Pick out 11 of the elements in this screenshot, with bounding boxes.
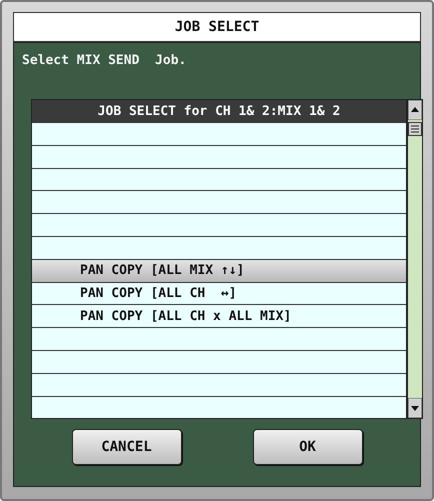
window-title: JOB SELECT bbox=[13, 12, 421, 42]
scroll-up-icon[interactable] bbox=[408, 100, 422, 120]
list-header: JOB SELECT for CH 1& 2:MIX 1& 2 bbox=[32, 100, 406, 122]
ok-button[interactable]: OK bbox=[252, 429, 362, 466]
scroll-thumb[interactable] bbox=[408, 122, 422, 136]
list-item[interactable]: PAN COPY [ALL CH ↔] bbox=[32, 282, 406, 304]
list-item[interactable]: PAN COPY [ALL MIX ↑↓] bbox=[32, 258, 406, 282]
cancel-button[interactable]: CANCEL bbox=[72, 429, 182, 466]
scrollbar[interactable] bbox=[407, 99, 423, 420]
scroll-down-icon[interactable] bbox=[408, 398, 422, 418]
instruction-text: Select MIX SEND Job. bbox=[21, 53, 188, 70]
